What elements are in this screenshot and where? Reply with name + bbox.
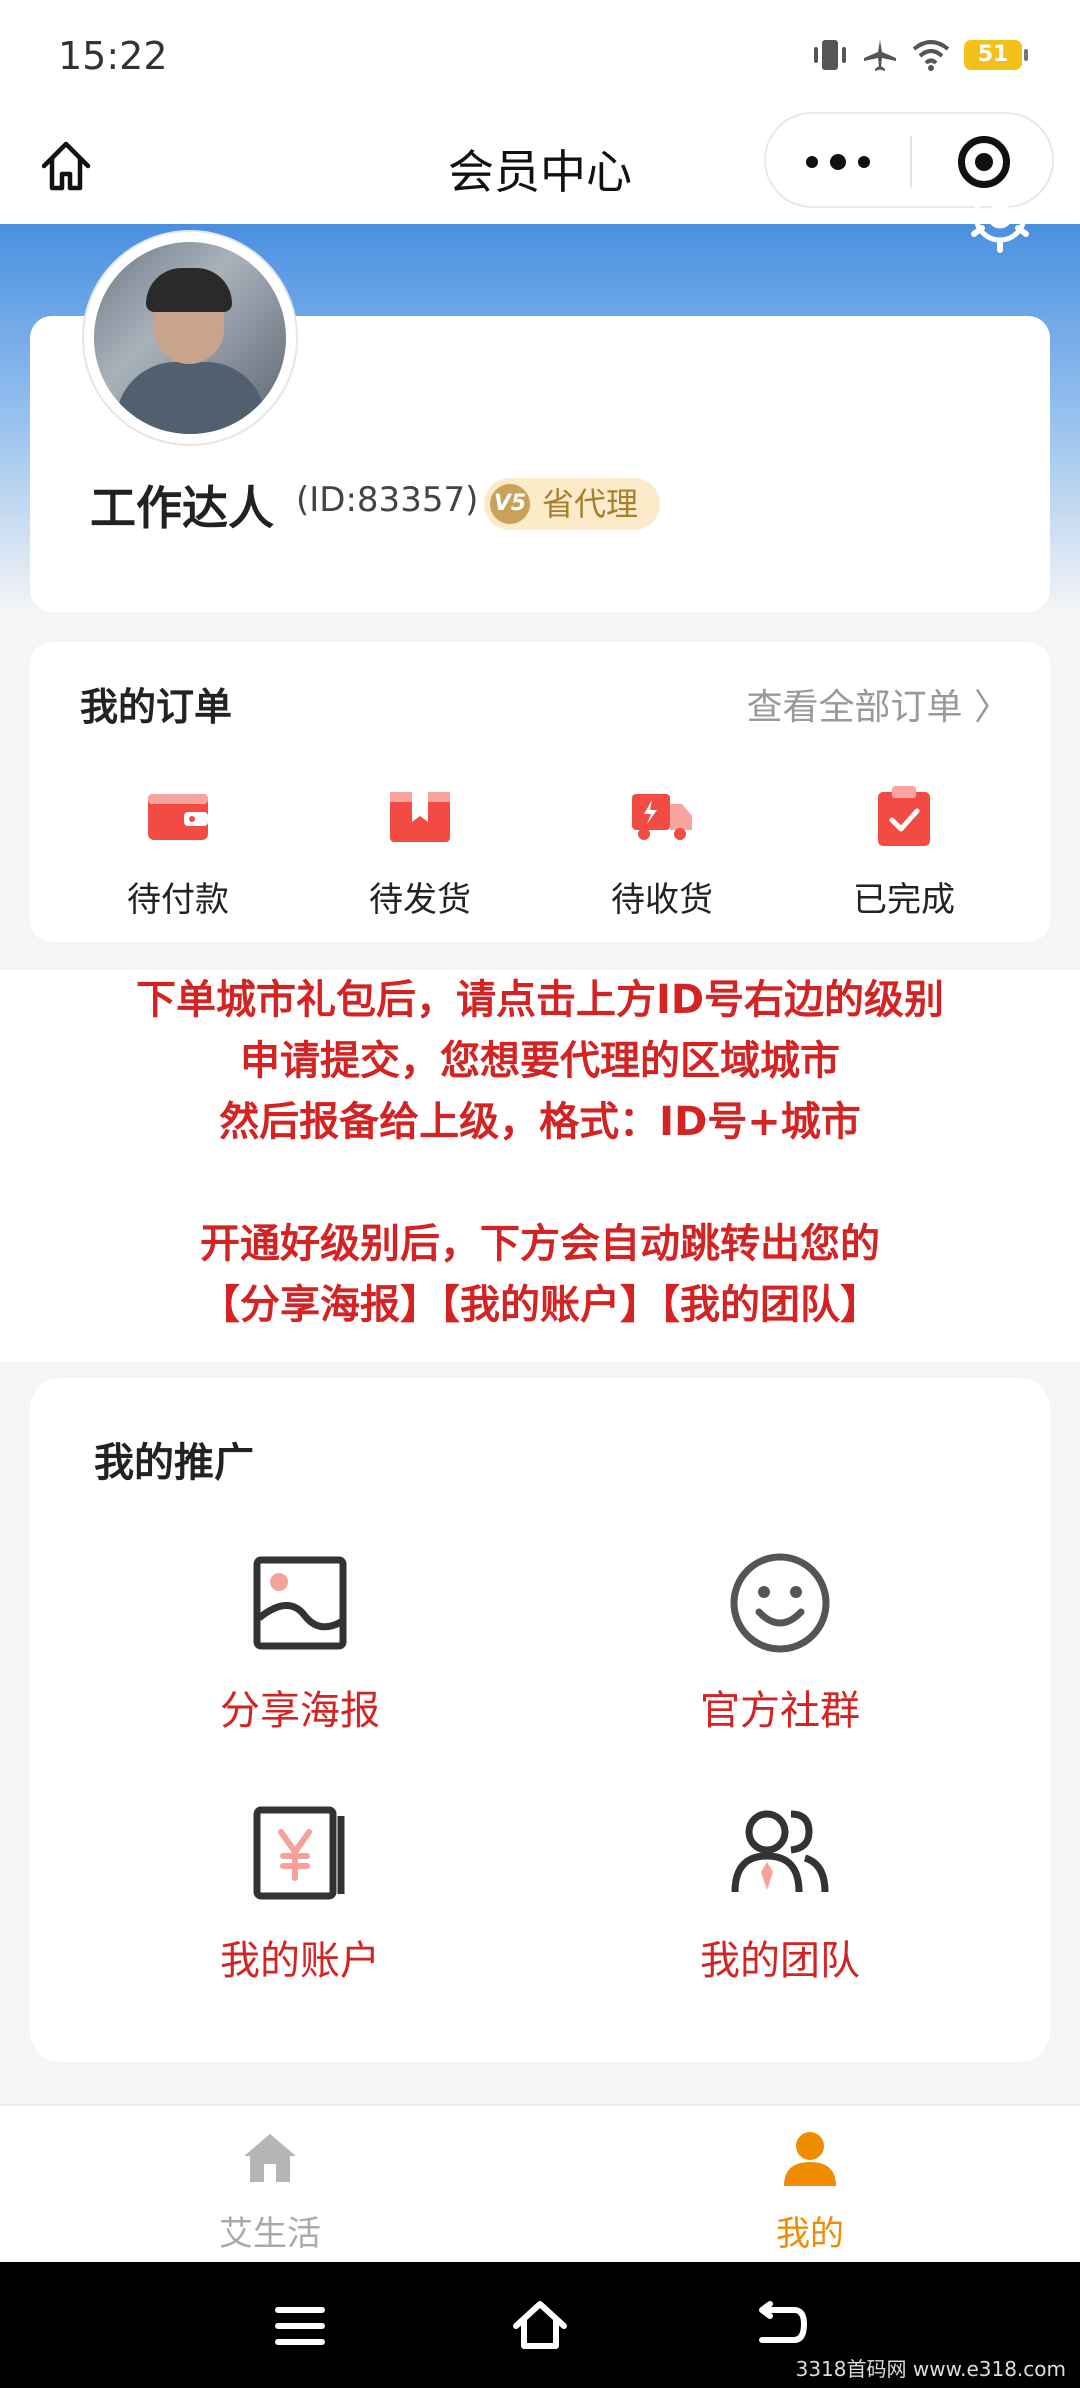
yen-ledger-icon xyxy=(253,1806,345,1900)
promo-item-label: 我的团队 xyxy=(700,1938,860,1984)
smiley-icon xyxy=(730,1553,830,1653)
status-time: 15:22 xyxy=(58,34,168,78)
order-item-label: 待收货 xyxy=(611,880,713,920)
home-icon xyxy=(244,2134,296,2182)
watermark: 3318首码网 www.e318.com xyxy=(795,2357,1066,2381)
promo-item-label: 我的账户 xyxy=(220,1938,380,1984)
order-pending-payment[interactable]: 待付款 xyxy=(78,784,278,921)
home-system-icon[interactable] xyxy=(510,2296,570,2356)
tab-label: 艾生活 xyxy=(219,2214,321,2254)
user-id: (ID:83357) xyxy=(296,480,479,520)
settings-gear-icon[interactable] xyxy=(962,206,1038,262)
view-all-orders-link[interactable]: 查看全部订单 〉 xyxy=(747,678,1010,730)
notice-line: 【分享海报】【我的账户】【我的团队】 xyxy=(200,1282,880,1328)
bottom-tab-bar: 艾生活 我的 xyxy=(0,2104,1080,2262)
order-item-label: 待发货 xyxy=(369,880,471,920)
package-icon xyxy=(390,792,450,842)
more-menu-icon[interactable] xyxy=(806,154,870,170)
order-completed[interactable]: 已完成 xyxy=(804,784,1004,921)
status-icons: 51 xyxy=(812,38,1028,72)
official-community-button[interactable]: 官方社群 xyxy=(650,1548,910,1736)
status-bar: 15:22 51 xyxy=(0,0,1080,112)
promo-item-label: 官方社群 xyxy=(700,1688,860,1734)
orders-card: 我的订单 查看全部订单 〉 待付款 待发货 待收货 已完成 xyxy=(30,642,1050,942)
my-account-button[interactable]: 我的账户 xyxy=(170,1798,430,1986)
capsule-divider xyxy=(910,136,912,188)
promo-item-label: 分享海报 xyxy=(220,1688,380,1734)
team-icon xyxy=(731,1810,829,1893)
notice-line: 然后报备给上级，格式：ID号+城市 xyxy=(219,1099,861,1145)
notice-line: 申请提交，您想要代理的区域城市 xyxy=(240,1038,840,1084)
tab-label: 我的 xyxy=(776,2214,844,2254)
nav-bar: 会员中心 xyxy=(0,112,1080,224)
tab-ai-life[interactable]: 艾生活 xyxy=(170,2128,370,2255)
share-poster-button[interactable]: 分享海报 xyxy=(170,1548,430,1736)
tab-mine[interactable]: 我的 xyxy=(710,2128,910,2255)
orders-title: 我的订单 xyxy=(80,685,233,729)
order-pending-receipt[interactable]: 待收货 xyxy=(562,784,762,921)
wifi-icon xyxy=(912,40,950,71)
close-target-icon[interactable] xyxy=(958,136,1010,188)
image-icon xyxy=(253,1556,347,1650)
wallet-icon xyxy=(148,794,208,840)
mini-program-capsule xyxy=(764,112,1054,208)
order-item-label: 待付款 xyxy=(127,880,229,920)
notice-line: 开通好级别后，下方会自动跳转出您的 xyxy=(200,1221,880,1267)
level-badge[interactable]: V5 省代理 xyxy=(484,478,661,530)
promotion-title: 我的推广 xyxy=(94,1440,254,1486)
delivery-truck-icon xyxy=(632,794,692,840)
system-nav-bar: 3318首码网 www.e318.com xyxy=(0,2262,1080,2388)
vibrate-icon xyxy=(814,40,846,70)
user-name: 工作达人 xyxy=(90,481,274,535)
avatar[interactable] xyxy=(84,232,296,444)
menu-icon[interactable] xyxy=(270,2296,330,2356)
order-item-label: 已完成 xyxy=(853,880,955,920)
airplane-icon xyxy=(864,40,896,71)
battery-indicator: 51 xyxy=(964,40,1028,70)
level-label: 省代理 xyxy=(542,485,639,523)
my-team-button[interactable]: 我的团队 xyxy=(650,1798,910,1986)
notice-banner: 下单城市礼包后，请点击上方ID号右边的级别 申请提交，您想要代理的区域城市 然后… xyxy=(0,970,1080,1362)
person-icon xyxy=(784,2132,836,2186)
notice-line: 下单城市礼包后，请点击上方ID号右边的级别 xyxy=(135,977,945,1023)
v5-badge-icon: V5 xyxy=(490,484,530,524)
clipboard-check-icon xyxy=(878,786,930,846)
back-icon[interactable] xyxy=(750,2296,810,2356)
order-pending-shipment[interactable]: 待发货 xyxy=(320,784,520,921)
promotion-card: 我的推广 分享海报 官方社群 我的账户 我的团队 xyxy=(30,1378,1050,2062)
